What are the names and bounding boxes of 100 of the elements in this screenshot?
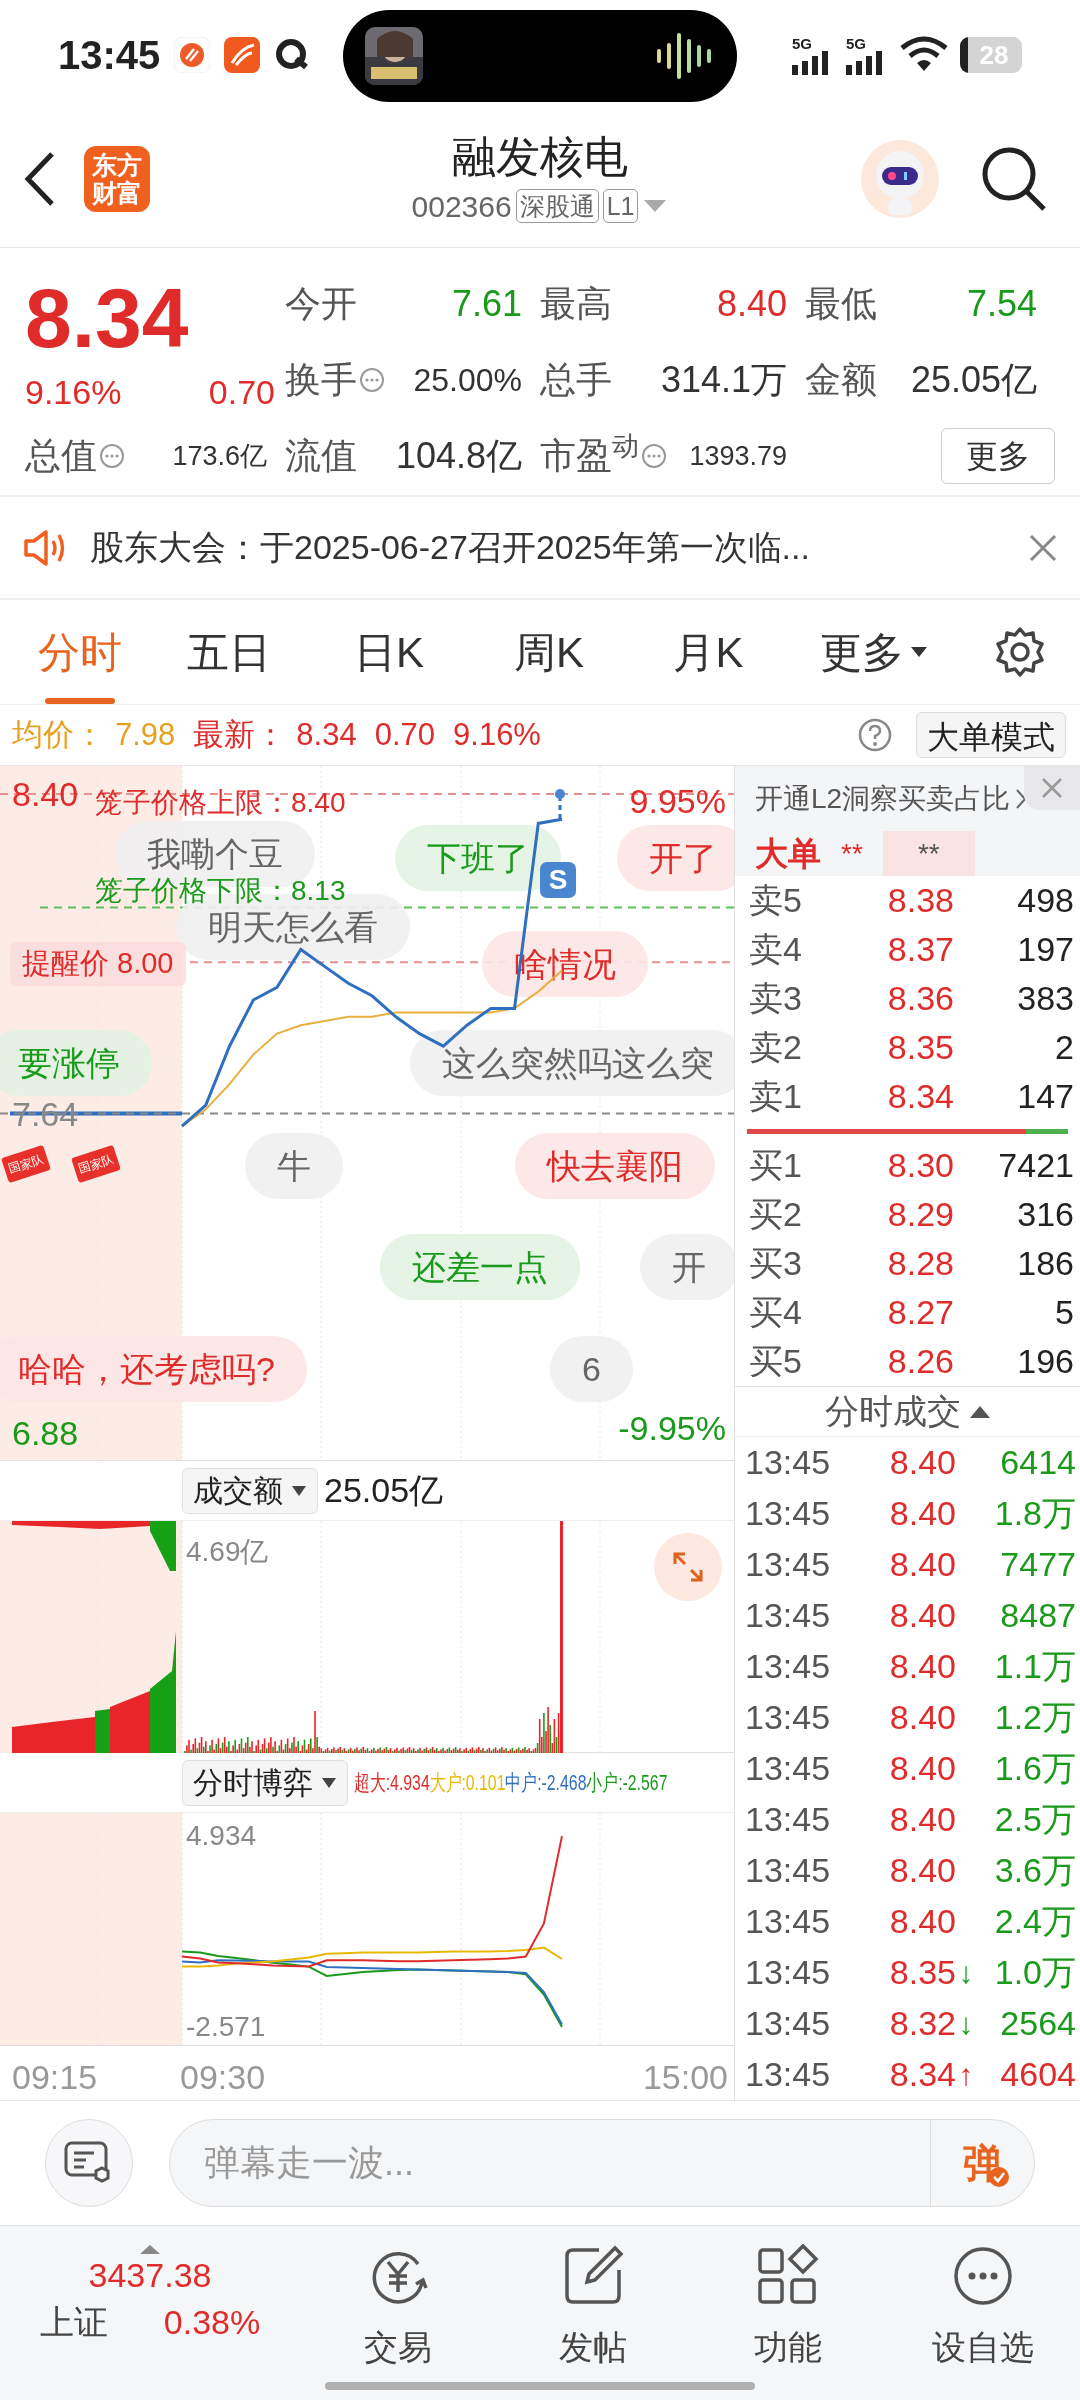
stock-code: 002366 bbox=[411, 188, 512, 225]
order-level: 买5 bbox=[749, 1341, 803, 1382]
comment-bubble: 哈哈，还考虑吗? bbox=[0, 1336, 307, 1402]
trade-volume: 4604 bbox=[999, 2054, 1076, 2095]
order-price: 8.26 bbox=[886, 1341, 954, 1382]
caret-icon bbox=[321, 1776, 337, 1789]
trade-price: 8.32 bbox=[888, 2003, 956, 2044]
nav-item[interactable]: 交易 bbox=[300, 2244, 495, 2400]
trade-price: 8.40 bbox=[888, 1901, 956, 1942]
axis-label: -9.95% bbox=[618, 1408, 726, 1450]
market-tag: 深股通 bbox=[515, 189, 599, 223]
trade-volume: 1.6万 bbox=[993, 1748, 1076, 1789]
big-order-value: ** bbox=[882, 831, 975, 877]
chart-tab[interactable]: 月K bbox=[628, 600, 789, 704]
trade-time: 13:45 bbox=[745, 1799, 832, 1840]
trade-volume: 8487 bbox=[999, 1595, 1076, 1636]
chart-tab[interactable]: 五日 bbox=[150, 600, 308, 704]
order-price: 8.30 bbox=[886, 1145, 954, 1186]
order-level: 买1 bbox=[749, 1145, 803, 1186]
info-icon[interactable] bbox=[641, 443, 667, 469]
legend-item: 中户:-2.468 bbox=[505, 1769, 587, 1798]
indicator-selector[interactable]: 分时博弈 bbox=[182, 1759, 348, 1806]
change-percent: 9.16% bbox=[25, 371, 122, 413]
order-price: 8.27 bbox=[886, 1292, 954, 1333]
turnover-total: 25.05亿 bbox=[324, 1470, 444, 1512]
trade-time: 13:45 bbox=[745, 1646, 832, 1687]
cage-upper-label: 笼子价格上限：8.40 bbox=[95, 786, 346, 820]
order-volume: 7421 bbox=[997, 1145, 1074, 1186]
caret-icon[interactable] bbox=[642, 198, 669, 214]
big-order-value: ** bbox=[841, 836, 863, 871]
trade-price: 8.40 bbox=[888, 1442, 956, 1483]
axis-label: 9.95% bbox=[629, 781, 726, 822]
chart-tab[interactable]: 日K bbox=[308, 600, 470, 704]
change-value: 0.70 bbox=[208, 371, 275, 413]
stat-value: 1393.79 bbox=[689, 439, 787, 473]
chart-tab[interactable]: 更多 bbox=[789, 600, 959, 704]
order-price: 8.36 bbox=[886, 978, 954, 1020]
time-label: 09:15 bbox=[12, 2057, 98, 2099]
trade-volume: 6414 bbox=[999, 1442, 1076, 1483]
time-label: 09:30 bbox=[180, 2057, 266, 2099]
help-icon[interactable] bbox=[858, 718, 892, 752]
notice-text[interactable]: 股东大会：于2025-06-27召开2025年第一次临... bbox=[90, 522, 1006, 573]
trade-price: 8.40 bbox=[888, 1544, 956, 1585]
axis-label: -2.571 bbox=[186, 2011, 266, 2044]
stat-value: 314.1万 bbox=[660, 358, 787, 402]
trade-volume: 7477 bbox=[999, 1544, 1076, 1585]
axis-label: 8.40 bbox=[12, 774, 79, 814]
trade-volume: 3.6万 bbox=[993, 1850, 1076, 1891]
trade-volume: 1.2万 bbox=[993, 1697, 1076, 1738]
stat-label: 市盈$^{动}$ bbox=[540, 429, 639, 478]
average-price: 7.98 bbox=[115, 715, 176, 754]
sort-up-icon[interactable] bbox=[968, 1404, 991, 1419]
robot-avatar-icon[interactable] bbox=[860, 138, 940, 219]
latest-label: 最新： bbox=[193, 715, 287, 754]
close-button[interactable] bbox=[1024, 766, 1080, 810]
indicator-selector[interactable]: 成交额 bbox=[182, 1467, 318, 1514]
more-button[interactable]: 更多 bbox=[941, 428, 1055, 484]
trade-volume: 2.4万 bbox=[993, 1901, 1076, 1942]
trade-price: 8.40 bbox=[888, 1646, 956, 1687]
trade-price: 8.40 bbox=[888, 1850, 956, 1891]
trade-time: 13:45 bbox=[745, 1595, 832, 1636]
index-ticker[interactable]: 3437.38 上证 0.38% bbox=[0, 2244, 300, 2400]
latest-price: 8.34 bbox=[296, 715, 357, 754]
status-time: 13:45 bbox=[58, 32, 161, 79]
chart-tab[interactable]: 周K bbox=[470, 600, 628, 704]
info-icon[interactable] bbox=[99, 443, 125, 469]
trade-volume: 2564 bbox=[999, 2003, 1076, 2044]
trade-time: 13:45 bbox=[745, 1901, 832, 1942]
market-tag: L1 bbox=[602, 189, 639, 223]
nav-item[interactable]: 设自选 bbox=[885, 2244, 1080, 2400]
info-icon[interactable] bbox=[359, 367, 385, 393]
trade-price: 8.40 bbox=[888, 1493, 956, 1534]
latest-change: 0.70 bbox=[374, 715, 436, 754]
order-level: 卖1 bbox=[749, 1076, 803, 1118]
big-order-mode-button[interactable]: 大单模式 bbox=[916, 712, 1066, 758]
close-icon[interactable] bbox=[1028, 532, 1058, 563]
settings-icon[interactable] bbox=[993, 626, 1046, 678]
axis-label: 4.934 bbox=[186, 1820, 257, 1853]
order-price: 8.38 bbox=[886, 880, 954, 922]
order-level: 卖3 bbox=[749, 978, 803, 1020]
comment-bubble: 快去襄阳 bbox=[515, 1133, 715, 1199]
comment-bubble: 牛 bbox=[245, 1133, 343, 1199]
nav-item[interactable]: 功能 bbox=[690, 2244, 885, 2400]
latest-percent: 9.16% bbox=[453, 715, 541, 754]
trades-title[interactable]: 分时成交 bbox=[824, 1386, 961, 1437]
order-price: 8.34 bbox=[886, 1076, 954, 1118]
order-volume: 383 bbox=[1016, 978, 1074, 1020]
order-volume: 5 bbox=[1054, 1292, 1074, 1333]
nav-item[interactable]: 发帖 bbox=[495, 2244, 690, 2400]
trade-price: 8.34 bbox=[888, 2054, 956, 2095]
signal-badge: S bbox=[540, 862, 576, 898]
stat-value: 7.61 bbox=[451, 282, 522, 326]
order-volume: 197 bbox=[1016, 929, 1074, 971]
order-level: 买4 bbox=[749, 1292, 803, 1333]
legend-item: 超大:4.934 bbox=[354, 1769, 430, 1798]
order-price: 8.35 bbox=[886, 1027, 954, 1069]
trade-time: 13:45 bbox=[745, 1748, 832, 1789]
comment-bubble: 开 bbox=[640, 1234, 734, 1300]
order-volume: 147 bbox=[1016, 1076, 1074, 1118]
comment-bubble: 还差一点 bbox=[380, 1234, 580, 1300]
